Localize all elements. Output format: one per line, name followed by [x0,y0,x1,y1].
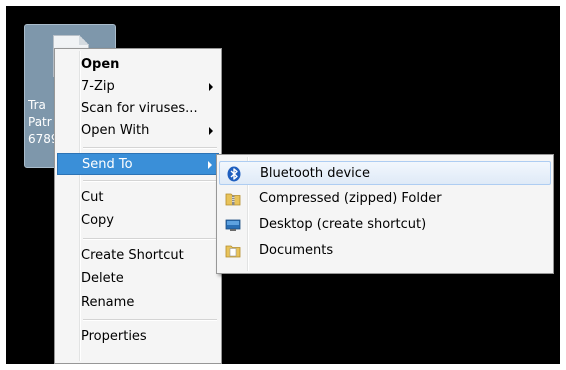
menu-item-label: Properties [81,329,147,344]
menu-item-label: Open With [81,123,150,138]
send-to-bluetooth-device[interactable]: Bluetooth device [219,161,551,185]
menu-item-scan-for-viruses[interactable]: Scan for viruses... [57,98,219,120]
menu-separator [83,319,217,321]
submenu-arrow-icon [208,161,212,169]
menu-separator [83,238,217,240]
send-to-desktop-shortcut[interactable]: Desktop (create shortcut) [219,213,551,237]
menu-item-rename[interactable]: Rename [57,292,219,314]
send-to-submenu: Bluetooth device Compressed (zipped) Fol… [216,154,554,274]
menu-item-label: Open [81,57,120,72]
menu-item-create-shortcut[interactable]: Create Shortcut [57,245,219,267]
submenu-item-label: Bluetooth device [260,166,370,181]
menu-item-delete[interactable]: Delete [57,268,219,290]
submenu-arrow-icon [209,83,213,91]
menu-item-label: Delete [81,271,124,286]
menu-item-label: Scan for viruses... [81,101,198,116]
menu-item-send-to[interactable]: Send To [57,153,219,175]
menu-item-open[interactable]: Open [57,54,219,76]
submenu-item-label: Documents [259,243,334,258]
menu-separator [83,180,217,182]
menu-item-properties[interactable]: Properties [57,326,219,348]
zip-folder-icon [225,193,241,206]
menu-item-copy[interactable]: Copy [57,210,219,232]
documents-folder-icon [225,245,241,258]
submenu-arrow-icon [209,127,213,135]
menu-separator [83,147,217,149]
menu-item-label: Create Shortcut [81,248,184,263]
menu-item-label: Copy [81,213,114,228]
menu-item-label: Rename [81,295,135,310]
menu-item-label: Send To [82,157,133,172]
desktop-icon [225,219,241,231]
bluetooth-icon [227,166,241,182]
submenu-item-label: Compressed (zipped) Folder [259,191,442,206]
send-to-compressed-folder[interactable]: Compressed (zipped) Folder [219,187,551,211]
context-menu: Open 7-Zip Scan for viruses... Open With… [54,48,222,364]
menu-item-7zip[interactable]: 7-Zip [57,76,219,98]
submenu-item-label: Desktop (create shortcut) [259,217,427,232]
menu-item-cut[interactable]: Cut [57,187,219,209]
desktop-background: Tra Patr 6789 Open 7-Zip Scan for viruse… [6,6,560,364]
send-to-documents[interactable]: Documents [219,239,551,263]
menu-item-label: Cut [81,190,104,205]
menu-item-open-with[interactable]: Open With [57,120,219,142]
menu-item-label: 7-Zip [81,79,115,94]
